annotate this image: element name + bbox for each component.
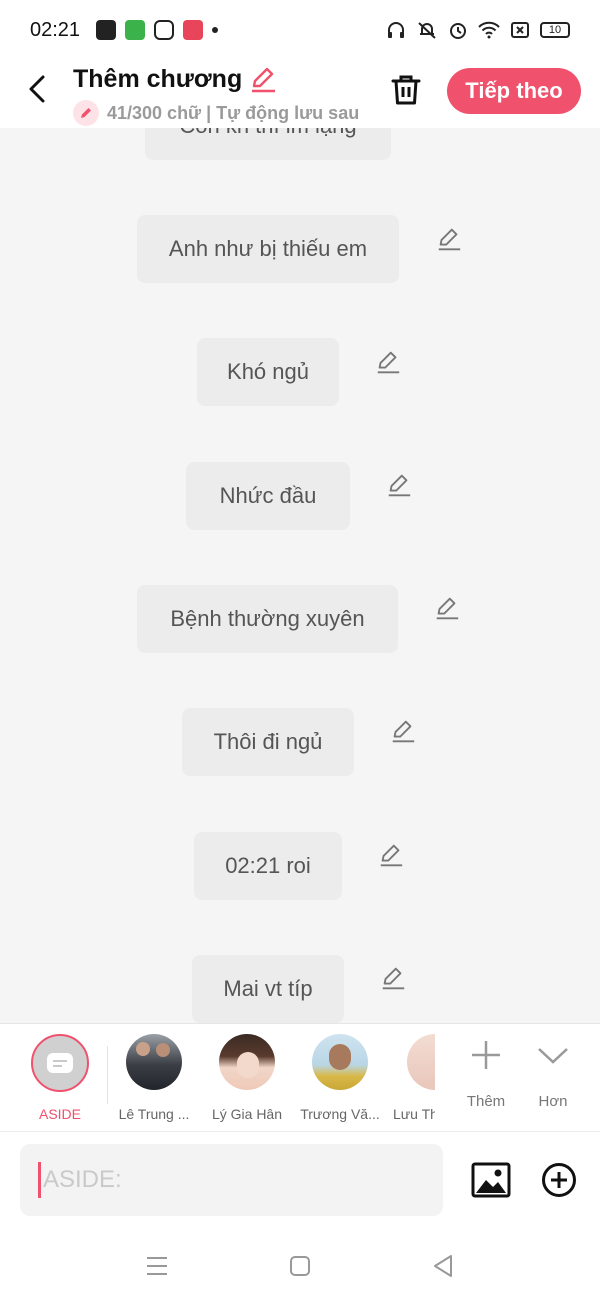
chevron-down-icon <box>538 1048 568 1064</box>
message-bubble[interactable]: Bệnh thường xuyên <box>137 585 398 653</box>
edit-message-icon[interactable] <box>388 716 418 746</box>
square-icon <box>290 1256 310 1276</box>
avatar <box>312 1034 368 1090</box>
chevron-left-icon <box>29 75 45 103</box>
message-bubble[interactable]: Mai vt típ <box>192 955 344 1023</box>
narration-icon <box>47 1053 73 1073</box>
edit-message-icon[interactable] <box>434 224 464 254</box>
wifi-icon <box>478 21 500 39</box>
character-name: ASIDE <box>38 1106 81 1122</box>
avatar <box>126 1034 182 1090</box>
triangle-back-icon <box>434 1255 452 1277</box>
mangatoon-icon <box>183 20 204 40</box>
character-name: Lý Gia Hân <box>211 1106 283 1122</box>
alarm-icon <box>450 23 466 39</box>
character-truong-va[interactable]: Trương Vă... <box>300 1034 380 1122</box>
character-ly-gia-han[interactable]: Lý Gia Hân <box>207 1034 287 1122</box>
headphones-icon <box>388 22 404 38</box>
back-button[interactable] <box>22 72 52 106</box>
no-sim-icon <box>511 22 529 38</box>
home-button[interactable] <box>285 1251 315 1281</box>
autosave-status: 41/300 chữ | Tự động lưu sau <box>73 100 361 126</box>
plus-icon <box>472 1041 500 1069</box>
message-bubble[interactable]: 02:21 roi <box>194 832 342 900</box>
system-nav-bar <box>0 1231 600 1300</box>
battery-icon: 10 <box>540 22 570 38</box>
message-bubble[interactable]: Con kh thì im lặng <box>145 128 391 160</box>
message-bubble[interactable]: Thôi đi ngủ <box>182 708 354 776</box>
more-characters-button[interactable]: Hơn <box>523 1038 583 1110</box>
text-caret <box>38 1162 41 1198</box>
divider <box>107 1046 108 1104</box>
system-icons: 10 <box>386 20 570 40</box>
aside-avatar <box>31 1034 89 1092</box>
contact-card-icon <box>96 20 117 40</box>
add-character-button[interactable]: Thêm <box>456 1038 516 1110</box>
page-title: Thêm chương <box>73 64 243 93</box>
notification-icons <box>96 20 219 40</box>
character-name: Trương Vă... <box>300 1106 380 1122</box>
instagram-icon <box>154 20 175 40</box>
message-bubble[interactable]: Nhức đầu <box>186 462 350 530</box>
image-icon <box>471 1162 511 1198</box>
message-input[interactable] <box>43 1166 423 1194</box>
more-dot-icon <box>212 27 219 33</box>
avatar <box>219 1034 275 1090</box>
character-luu-th[interactable]: Lưu Th <box>393 1034 435 1122</box>
next-button[interactable]: Tiếp theo <box>447 68 581 114</box>
message-bubble[interactable]: Khó ngủ <box>197 338 339 406</box>
composer <box>0 1131 600 1231</box>
insert-image-button[interactable] <box>470 1159 512 1201</box>
character-aside[interactable]: ASIDE <box>20 1034 100 1122</box>
edit-message-icon[interactable] <box>373 347 403 377</box>
edit-title-icon[interactable] <box>248 64 278 94</box>
edit-message-icon[interactable] <box>376 840 406 870</box>
editor-header: Thêm chương 41/300 chữ | Tự động lưu sau… <box>0 60 600 128</box>
character-name: Lê Trung ... <box>118 1106 190 1122</box>
title-block: Thêm chương 41/300 chữ | Tự động lưu sau <box>73 64 363 126</box>
edit-message-icon[interactable] <box>378 963 408 993</box>
back-nav-button[interactable] <box>428 1251 458 1281</box>
message-input-box[interactable] <box>20 1144 443 1216</box>
green-app-icon <box>125 20 146 40</box>
edit-message-icon[interactable] <box>384 470 414 500</box>
add-label: Thêm <box>466 1093 506 1110</box>
trash-icon <box>391 75 421 105</box>
recent-apps-button[interactable] <box>142 1251 172 1281</box>
avatar <box>407 1034 435 1090</box>
character-name: Lưu Th <box>393 1106 435 1122</box>
menu-icon <box>147 1257 167 1275</box>
status-bar: 02:21 10 <box>0 0 600 60</box>
more-options-button[interactable] <box>540 1159 578 1201</box>
mute-bell-icon <box>418 22 436 39</box>
edit-message-icon[interactable] <box>432 593 462 623</box>
delete-button[interactable] <box>386 70 426 110</box>
word-count-text: 41/300 chữ | Tự động lưu sau <box>107 102 360 123</box>
status-time: 02:21 <box>30 18 81 41</box>
plus-circle-icon <box>542 1163 576 1197</box>
message-bubble[interactable]: Anh như bị thiếu em <box>137 215 399 283</box>
chat-area[interactable]: Con kh thì im lặng Anh như bị thiếu em K… <box>0 128 600 1023</box>
character-bar: ASIDE Lê Trung ... Lý Gia Hân Trương Vă.… <box>0 1023 600 1131</box>
pen-badge-icon <box>73 100 99 126</box>
more-label: Hơn <box>538 1093 568 1110</box>
character-le-trung[interactable]: Lê Trung ... <box>114 1034 194 1122</box>
